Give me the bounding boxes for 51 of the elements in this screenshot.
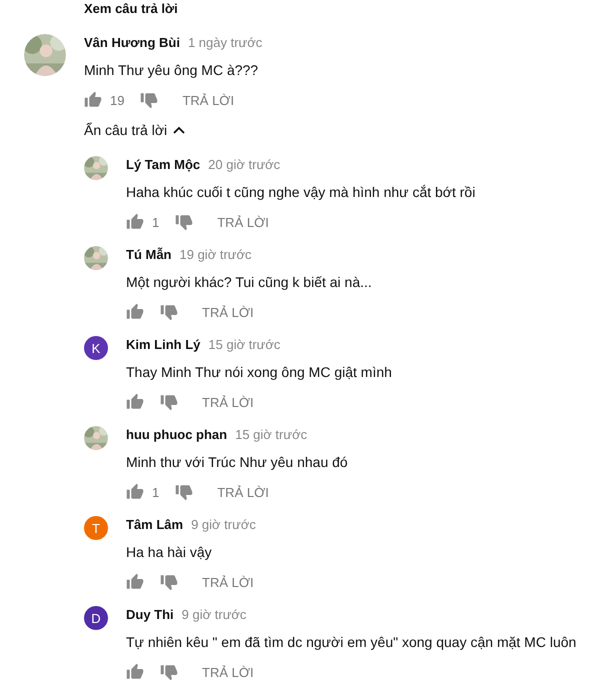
view-replies-link[interactable]: Xem câu trả lời — [84, 2, 178, 16]
thumbs-up-icon[interactable] — [126, 303, 144, 321]
avatar: T — [84, 516, 108, 540]
avatar: K — [84, 336, 108, 360]
author-name[interactable]: Kim Linh Lý — [126, 336, 200, 354]
reply-button[interactable]: TRẢ LỜI — [202, 394, 254, 410]
comment-time[interactable]: 15 giờ trước — [208, 336, 280, 354]
thumbs-down-icon[interactable] — [160, 393, 178, 411]
reply-button[interactable]: TRẢ LỜI — [217, 484, 269, 500]
like-count: 1 — [152, 484, 160, 500]
comment-text: Minh thư với Trúc Như yêu nhau đó — [126, 453, 349, 471]
thumbs-up-icon[interactable] — [126, 213, 144, 231]
comment-time[interactable]: 20 giờ trước — [208, 156, 280, 174]
comment-time[interactable]: 9 giờ trước — [191, 516, 256, 534]
thumbs-up-icon[interactable] — [126, 573, 144, 591]
comment-text: Thay Minh Thư nói xong ông MC giật mình — [126, 363, 393, 381]
thumbs-down-icon[interactable] — [175, 213, 194, 231]
thumbs-up-icon[interactable] — [84, 91, 102, 109]
thumbs-up-icon[interactable] — [126, 393, 144, 411]
reply-button[interactable]: TRẢ LỜI — [202, 304, 254, 320]
author-name[interactable]: Tâm Lâm — [126, 516, 184, 534]
thumbs-down-icon[interactable] — [160, 663, 178, 681]
reply-button[interactable]: TRẢ LỜI — [182, 92, 234, 108]
comment-text: Tự nhiên kêu " em đã tìm dc người em yêu" xong quay cận mặt MC luôn — [126, 633, 578, 651]
thumbs-down-icon[interactable] — [160, 303, 178, 321]
thumbs-up-icon[interactable] — [126, 483, 144, 501]
like-count: 1 — [152, 214, 160, 230]
reply-button[interactable]: TRẢ LỜI — [202, 574, 254, 590]
author-name[interactable]: huu phuoc phan — [126, 426, 228, 444]
author-name[interactable]: Lý Tam Mộc — [126, 156, 200, 174]
comment-text: Một người khác? Tui cũng k biết ai nà... — [126, 273, 373, 291]
reply-button[interactable]: TRẢ LỜI — [202, 664, 254, 680]
comment-time[interactable]: 15 giờ trước — [235, 426, 308, 444]
caret-icon — [173, 126, 186, 134]
like-count: 19 — [110, 92, 124, 108]
avatar: D — [84, 606, 108, 630]
thumbs-down-icon[interactable] — [160, 573, 178, 591]
thumbs-down-icon[interactable] — [175, 483, 194, 501]
thumbs-down-icon[interactable] — [140, 91, 158, 109]
comment-time[interactable]: 9 giờ trước — [182, 606, 246, 624]
author-name[interactable]: Vân Hương Bùi — [84, 34, 180, 52]
hide-replies-toggle[interactable]: Ẩn câu trả lời — [84, 122, 600, 138]
comment-time[interactable]: 1 ngày trước — [188, 34, 262, 52]
author-name[interactable]: Duy Thi — [126, 606, 174, 624]
comment-text: Ha ha hài vậy — [126, 543, 213, 561]
author-name[interactable]: Tú Mẫn — [126, 246, 172, 264]
reply-button[interactable]: TRẢ LỜI — [217, 214, 269, 230]
thumbs-up-icon[interactable] — [126, 663, 144, 681]
comment-text: Minh Thư yêu ông MC à??? — [84, 61, 260, 79]
comment-time[interactable]: 19 giờ trước — [180, 246, 252, 264]
comment-text: Haha khúc cuối t cũng nghe vậy mà hình như cắt bớt rồi — [126, 183, 476, 201]
